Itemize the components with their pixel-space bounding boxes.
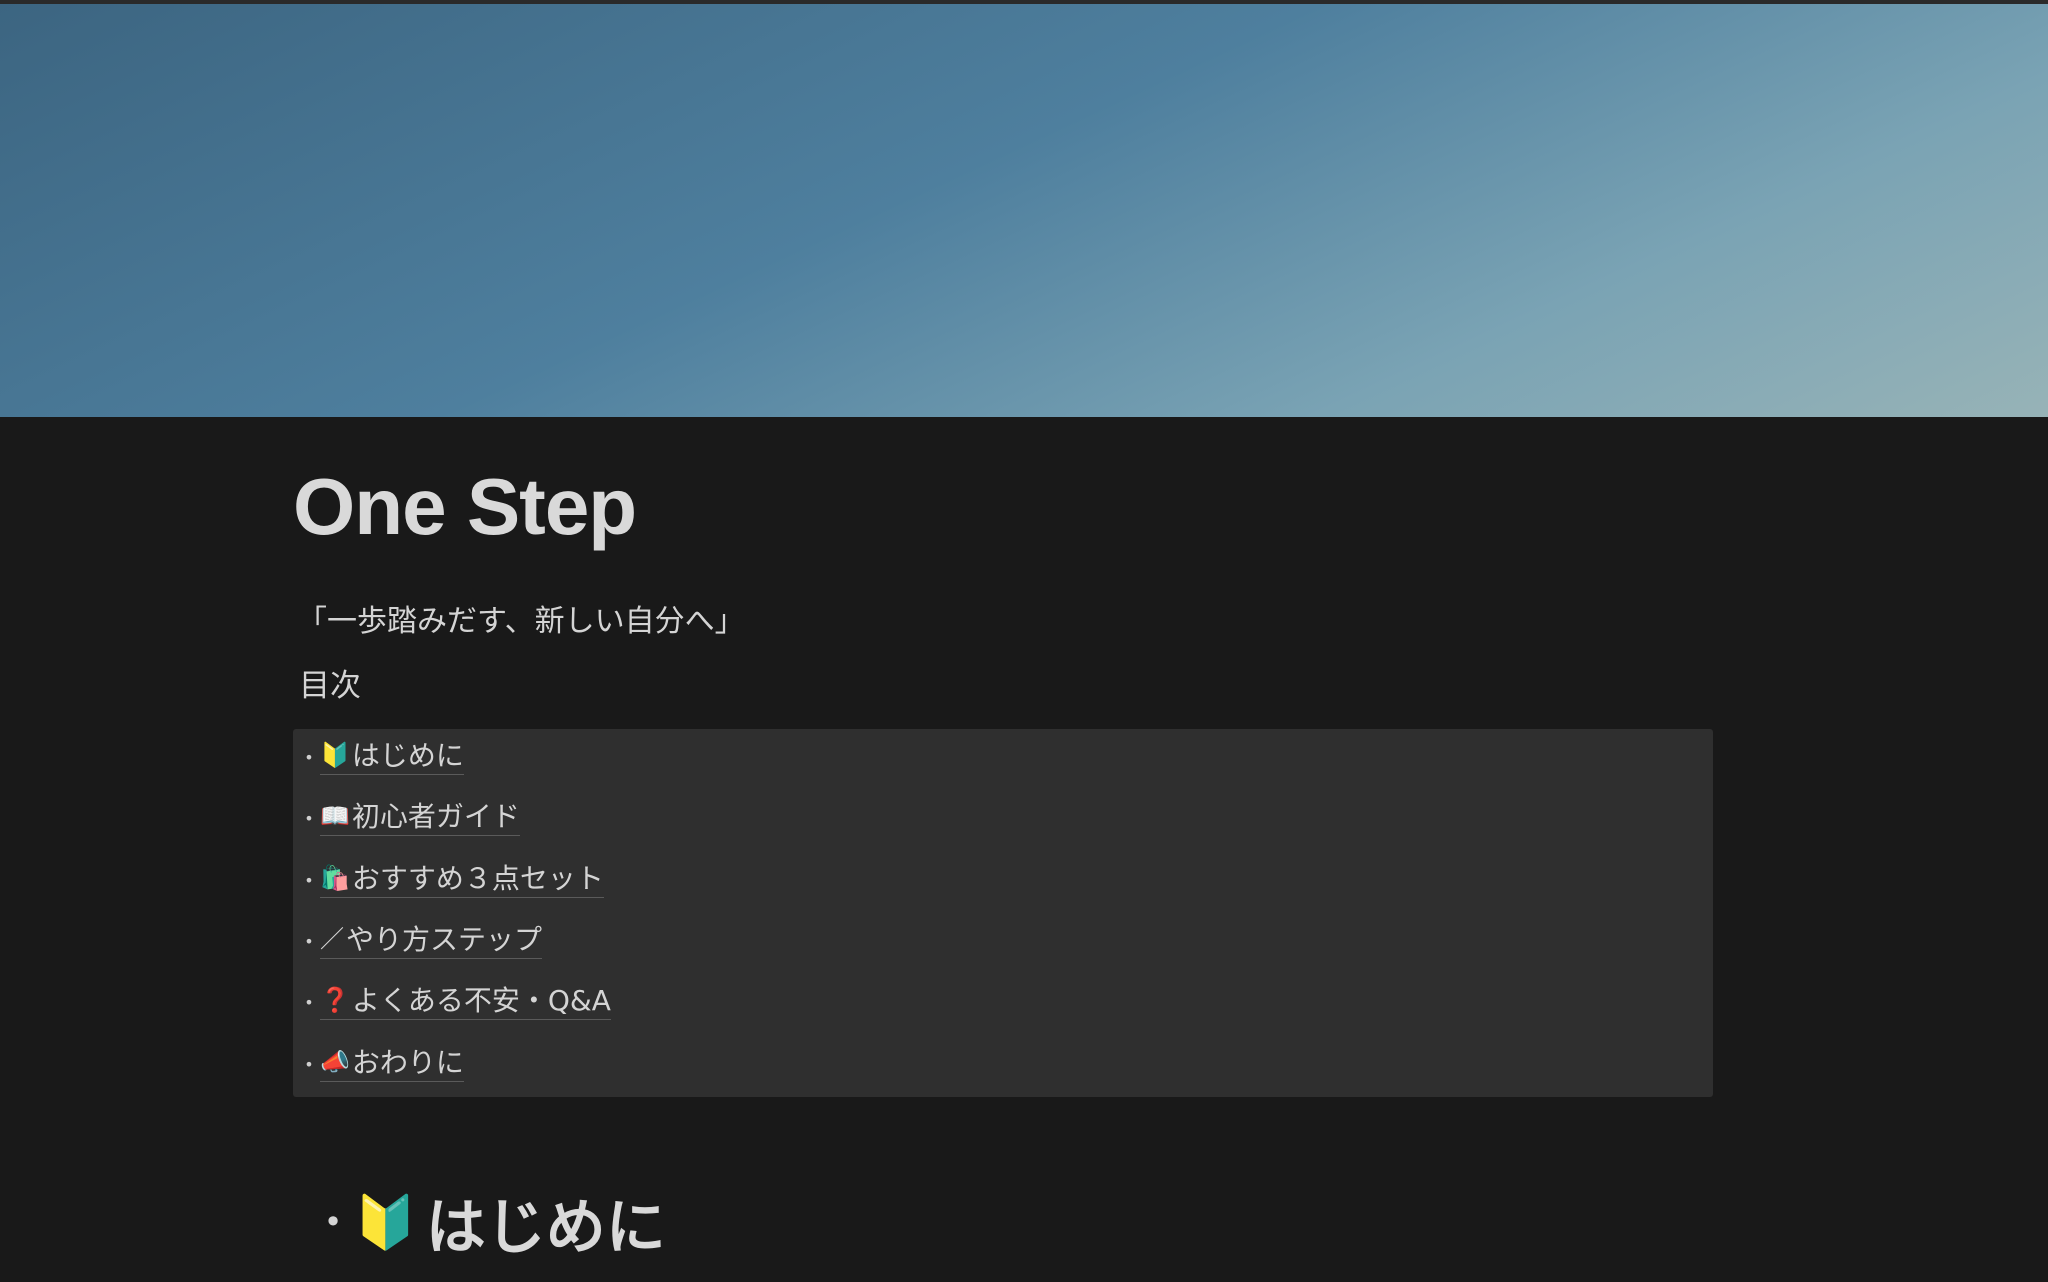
toc-item-label: おすすめ３点セット — [351, 861, 604, 895]
book-icon: 📖 — [320, 802, 350, 831]
bullet-icon: • — [304, 1054, 314, 1074]
toc-item-label: よくある不安・Q&A — [351, 983, 611, 1017]
toc-heading[interactable]: 目次 — [299, 668, 361, 705]
section-heading-hajimeni[interactable]: • 🔰 はじめに — [313, 1172, 666, 1272]
cover-image[interactable] — [0, 4, 2048, 417]
bullet-icon: • — [304, 992, 314, 1012]
table-of-contents: • 🔰 はじめに • 📖 初心者ガイド • 🛍️ おすすめ３点セット • ／ や… — [293, 729, 1713, 1097]
toc-item-qa[interactable]: • ❓ よくある不安・Q&A — [298, 980, 611, 1024]
toc-item-label: やり方ステップ — [346, 922, 543, 956]
toc-link[interactable]: 📣 おわりに — [320, 1046, 464, 1083]
bullet-icon: • — [323, 1203, 343, 1241]
pencil-line-icon: ／ — [320, 925, 344, 954]
toc-item-label: はじめに — [351, 738, 464, 772]
toc-item-steps[interactable]: • ／ やり方ステップ — [298, 919, 543, 963]
toc-item-label: 初心者ガイド — [351, 799, 520, 833]
toc-item-recommended-set[interactable]: • 🛍️ おすすめ３点セット — [298, 858, 604, 902]
toc-item-beginner-guide[interactable]: • 📖 初心者ガイド — [298, 796, 520, 840]
bullet-icon: • — [304, 747, 314, 767]
toc-link[interactable]: 🔰 はじめに — [320, 739, 464, 776]
toc-item-label: おわりに — [351, 1045, 464, 1079]
megaphone-icon: 📣 — [320, 1048, 350, 1077]
page-title[interactable]: One Step — [293, 467, 637, 547]
question-mark-icon: ❓ — [320, 986, 350, 1015]
section-title[interactable]: はじめに — [426, 1179, 666, 1266]
bullet-icon: • — [304, 808, 314, 828]
beginner-icon: 🔰 — [353, 1192, 418, 1253]
page-subtitle[interactable]: 「一歩踏みだす、新しい自分へ」 — [297, 604, 745, 640]
beginner-icon: 🔰 — [320, 741, 350, 770]
toc-link[interactable]: 📖 初心者ガイド — [320, 800, 520, 837]
toc-item-hajimeni[interactable]: • 🔰 はじめに — [298, 735, 464, 779]
bullet-icon: • — [304, 931, 314, 951]
toc-link[interactable]: ／ やり方ステップ — [320, 922, 543, 960]
toc-link[interactable]: 🛍️ おすすめ３点セット — [320, 862, 604, 899]
toc-item-owarini[interactable]: • 📣 おわりに — [298, 1042, 464, 1086]
toc-link[interactable]: ❓ よくある不安・Q&A — [320, 984, 611, 1021]
bullet-icon: • — [304, 870, 314, 890]
shopping-bags-icon: 🛍️ — [320, 864, 350, 893]
